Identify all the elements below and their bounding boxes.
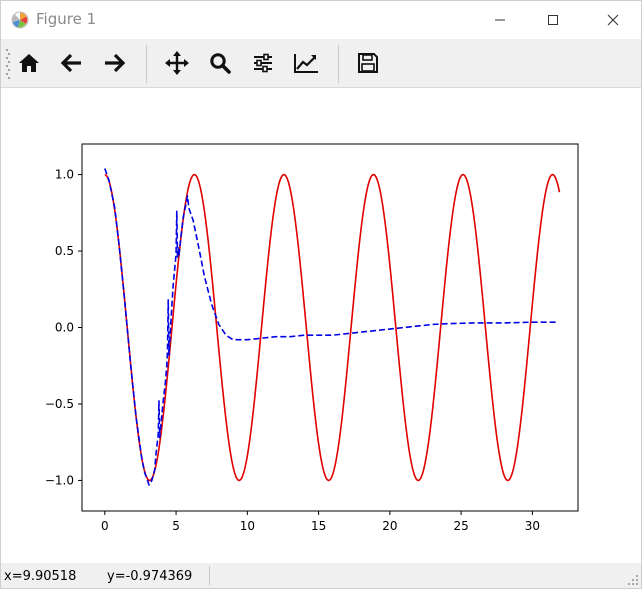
close-icon (607, 14, 619, 26)
line-chart-icon (294, 54, 318, 73)
close-button[interactable] (590, 1, 636, 39)
x-tick-label: 30 (525, 519, 540, 533)
figure-canvas[interactable]: 0 5 10 15 20 25 30 −1.0 −0.5 0.0 0.5 1.0 (1, 88, 641, 563)
x-tick-label: 15 (311, 519, 326, 533)
arrow-left-icon (61, 53, 81, 73)
home-button[interactable] (13, 47, 45, 79)
zoom-button[interactable] (204, 47, 236, 79)
cursor-x-readout: x=9.90518 (4, 569, 77, 584)
move-icon (165, 51, 189, 75)
title-bar: Figure 1 (1, 1, 641, 39)
series-line-solid (104, 173, 561, 482)
axes-frame (81, 143, 579, 512)
y-tick-label: −0.5 (45, 397, 74, 411)
y-tick-label: −1.0 (45, 473, 74, 487)
y-tick-label: 1.0 (55, 168, 74, 182)
x-tick-label: 20 (382, 519, 397, 533)
home-icon (19, 54, 39, 72)
minimize-icon (495, 19, 505, 21)
x-tick-label: 0 (101, 519, 109, 533)
toolbar-separator (146, 45, 147, 83)
y-tick-label: 0.0 (55, 321, 74, 335)
window-title: Figure 1 (36, 10, 97, 28)
x-tick-label: 5 (172, 519, 180, 533)
pan-button[interactable] (161, 47, 193, 79)
toolbar-separator (338, 45, 339, 83)
edit-axes-button[interactable] (290, 47, 322, 79)
minimize-button[interactable] (477, 1, 523, 39)
forward-button[interactable] (98, 47, 130, 79)
magnifier-icon (210, 53, 231, 74)
cursor-y-readout: y=-0.974369 (107, 569, 193, 584)
save-button[interactable] (352, 47, 384, 79)
toolbar-grip-icon (6, 49, 10, 79)
y-tick-label: 0.5 (55, 244, 74, 258)
resize-grip-icon[interactable] (627, 574, 639, 586)
floppy-disk-icon (358, 53, 378, 73)
status-separator (209, 566, 210, 585)
navigation-toolbar (1, 39, 641, 88)
sliders-icon (254, 53, 272, 73)
maximize-button[interactable] (530, 1, 576, 39)
subplots-button[interactable] (247, 47, 279, 79)
plot-area[interactable]: 0 5 10 15 20 25 30 −1.0 −0.5 0.0 0.5 1.0 (1, 88, 641, 563)
back-button[interactable] (56, 47, 88, 79)
maximize-icon (548, 15, 558, 25)
x-tick-label: 10 (240, 519, 255, 533)
x-tick-label: 25 (453, 519, 468, 533)
arrow-right-icon (105, 53, 125, 73)
matplotlib-logo-icon (11, 11, 29, 29)
status-bar: x=9.90518 y=-0.974369 (1, 563, 641, 588)
